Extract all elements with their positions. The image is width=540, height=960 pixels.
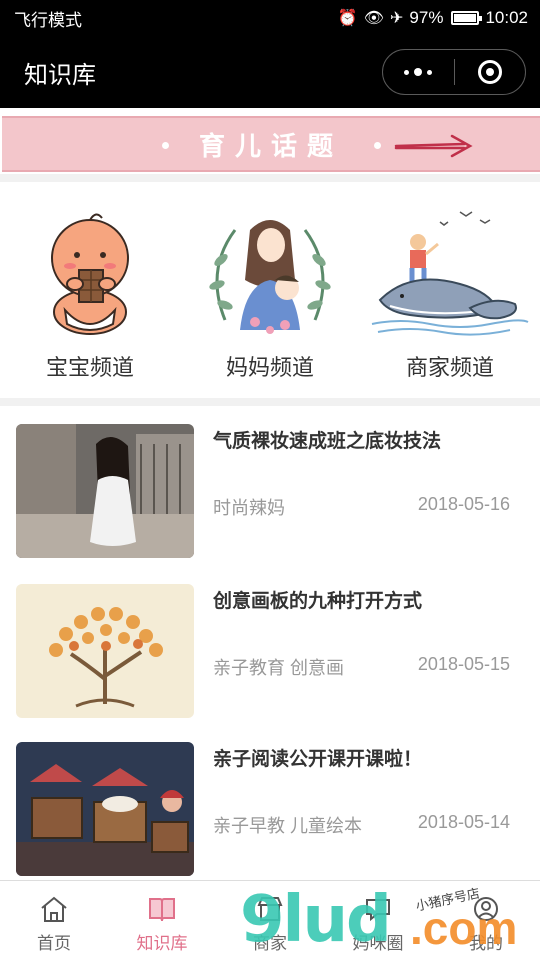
channel-label-mother: 妈妈频道 xyxy=(225,355,314,380)
more-dots-icon xyxy=(404,68,433,76)
tab-label-home: 首页 xyxy=(37,934,71,953)
channel-grid: 宝宝频道 妈妈频道 商家频道 xyxy=(0,182,540,398)
article-tags: 亲子早教 儿童绘本 xyxy=(213,816,363,836)
battery-icon xyxy=(451,11,483,25)
tab-label-mommy-circle: 妈咪圈 xyxy=(352,934,404,953)
tab-label-merchant: 商家 xyxy=(253,934,287,953)
mini-program-capsule xyxy=(382,49,526,95)
whale-boy-icon xyxy=(371,211,529,336)
article-thumbnail xyxy=(16,742,194,876)
channel-label-baby: 宝宝频道 xyxy=(45,355,134,380)
tab-mine[interactable]: 我的 xyxy=(432,881,540,960)
tab-label-mine: 我的 xyxy=(469,934,503,953)
nav-bar: 知识库 xyxy=(0,36,540,108)
article-tags: 时尚辣妈 xyxy=(213,498,285,518)
clock: 10:02 xyxy=(485,8,528,27)
book-icon xyxy=(149,898,175,922)
status-icons: ⏰ 👁 ✈ 97% 10:02 xyxy=(338,8,528,28)
airplane-mode-label: 飞行模式 xyxy=(14,10,82,30)
article-item[interactable]: 气质裸妆速成班之底妆技法 时尚辣妈 2018-05-16 xyxy=(0,406,540,558)
article-title: 创意画板的九种打开方式 xyxy=(213,591,423,612)
close-mini-program-button[interactable] xyxy=(455,50,526,94)
tab-knowledge[interactable]: 知识库 xyxy=(108,881,216,960)
channel-merchant[interactable]: 商家频道 xyxy=(360,182,540,398)
tab-home[interactable]: 首页 xyxy=(0,881,108,960)
article-list: 气质裸妆速成班之底妆技法 时尚辣妈 2018-05-16 创意画板的九种打开方式 xyxy=(0,406,540,880)
baby-icon xyxy=(51,213,129,335)
article-thumbnail xyxy=(16,424,194,558)
banner-dot-left xyxy=(162,142,169,149)
airplane-icon: ✈ xyxy=(390,10,404,27)
topic-banner[interactable]: 育儿话题 xyxy=(2,116,540,172)
banner-title: 育儿话题 xyxy=(198,130,343,161)
mother-icon xyxy=(209,220,331,334)
channel-mother[interactable]: 妈妈频道 xyxy=(180,182,360,398)
article-item[interactable]: 创意画板的九种打开方式 亲子教育 创意画 2018-05-15 xyxy=(0,566,540,718)
arrow-icon xyxy=(394,134,473,158)
home-icon xyxy=(41,896,67,922)
shop-icon xyxy=(257,897,283,921)
article-date: 2018-05-16 xyxy=(417,494,510,514)
article-date: 2018-05-15 xyxy=(417,654,510,674)
article-item[interactable]: 亲子阅读公开课开课啦！ 亲子早教 儿童绘本 2018-05-14 xyxy=(0,724,540,876)
status-bar: 飞行模式 ⏰ 👁 ✈ 97% 10:02 xyxy=(0,0,540,36)
tab-merchant[interactable]: 商家 xyxy=(216,881,324,960)
tab-label-knowledge: 知识库 xyxy=(136,934,188,953)
channel-baby[interactable]: 宝宝频道 xyxy=(0,182,180,398)
article-thumbnail xyxy=(16,584,194,718)
battery-percent: 97% xyxy=(409,8,444,27)
tab-bar: 首页 知识库 商家 妈咪圈 我的 xyxy=(0,880,540,960)
article-title: 亲子阅读公开课开课啦！ xyxy=(213,749,423,770)
channel-label-merchant: 商家频道 xyxy=(405,355,494,380)
eye-icon: 👁 xyxy=(363,10,385,27)
tab-mommy-circle[interactable]: 妈咪圈 xyxy=(324,881,432,960)
banner-section: 育儿话题 xyxy=(0,108,540,174)
page-title: 知识库 xyxy=(24,61,96,89)
target-close-icon xyxy=(477,60,502,84)
banner-dot-right xyxy=(374,142,381,149)
user-icon xyxy=(474,897,498,921)
more-button[interactable] xyxy=(383,50,454,94)
chat-icon xyxy=(366,899,390,922)
article-title: 气质裸妆速成班之底妆技法 xyxy=(213,431,442,452)
article-date: 2018-05-14 xyxy=(417,812,510,832)
alarm-icon: ⏰ xyxy=(337,10,358,27)
article-tags: 亲子教育 创意画 xyxy=(213,658,345,678)
battery-fill xyxy=(454,14,476,22)
